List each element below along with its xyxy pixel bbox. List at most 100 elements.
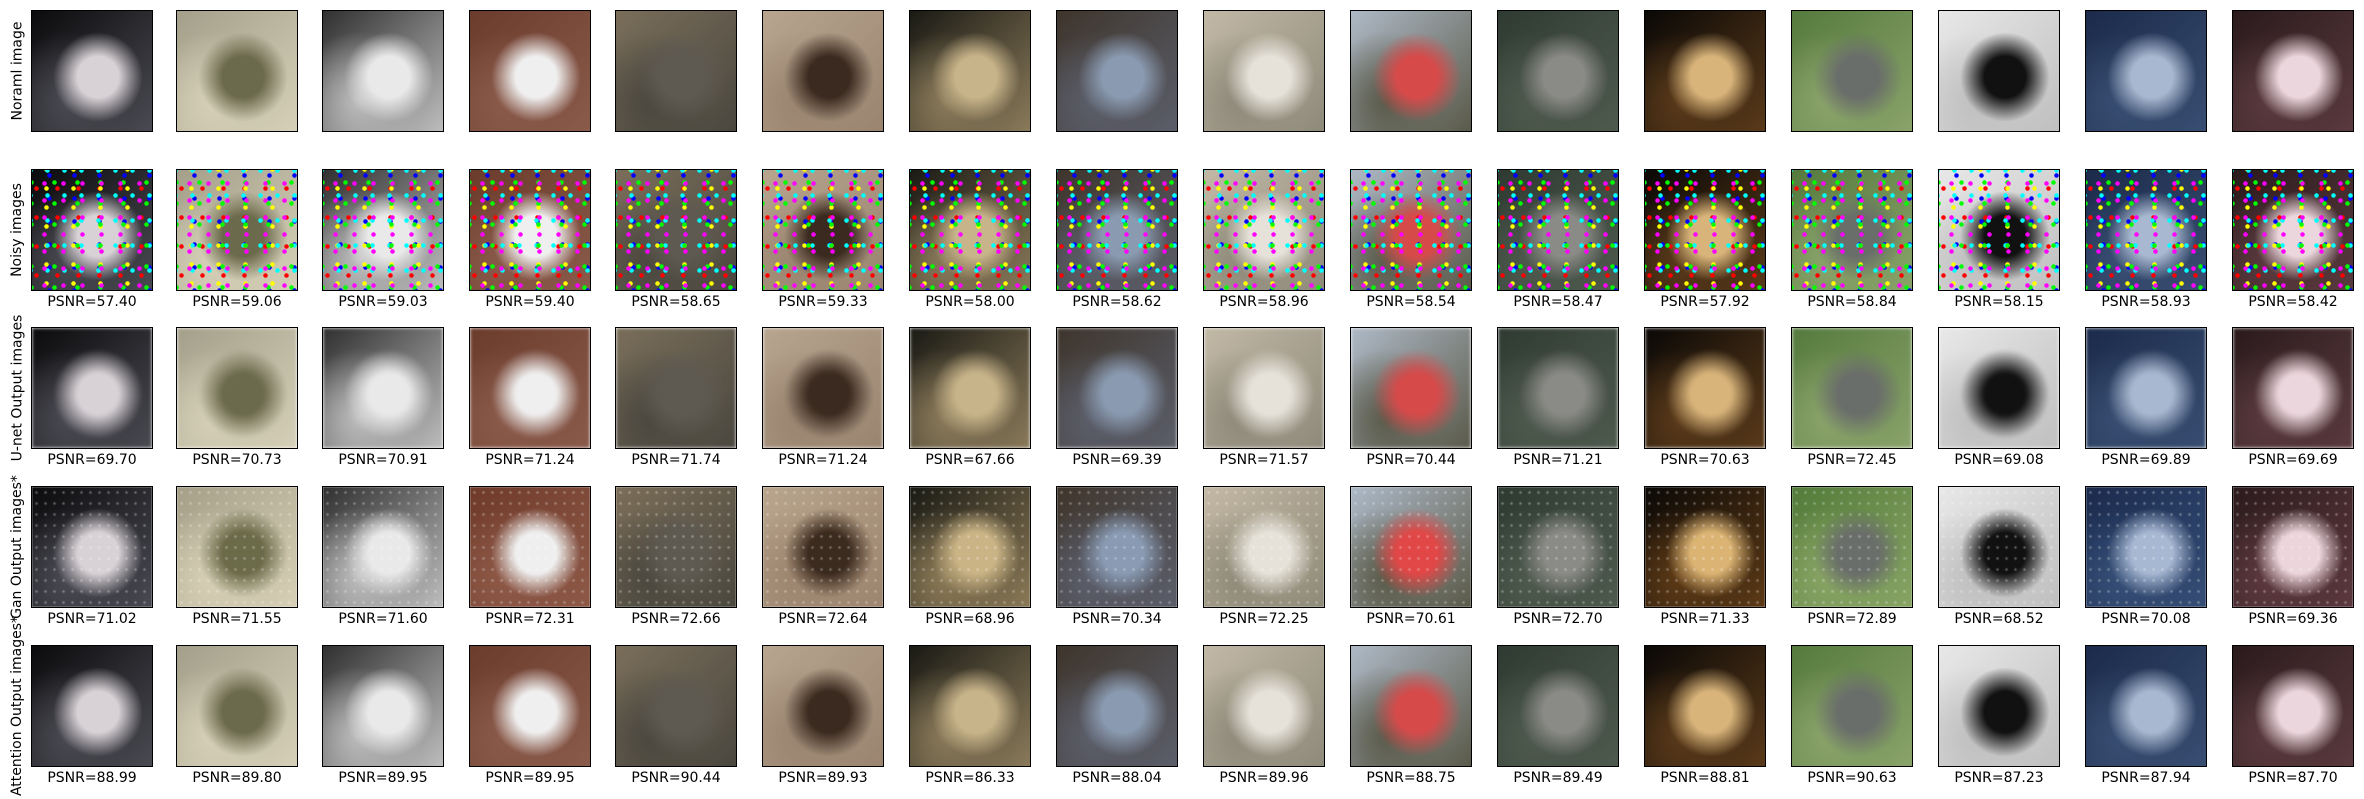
image-tile bbox=[762, 486, 884, 608]
image-tile bbox=[1350, 169, 1472, 291]
image-tile bbox=[1938, 645, 2060, 767]
image-tile bbox=[322, 645, 444, 767]
image-tile bbox=[1203, 645, 1325, 767]
image-tile bbox=[2085, 645, 2207, 767]
image-thumbnail bbox=[32, 328, 152, 448]
image-thumbnail bbox=[1939, 11, 2059, 131]
psnr-label: PSNR=58.96 bbox=[1219, 294, 1309, 310]
psnr-label: PSNR=72.31 bbox=[485, 611, 575, 627]
row-label-text: U-net Output images bbox=[9, 314, 25, 462]
image-thumbnail bbox=[32, 170, 152, 290]
psnr-label: PSNR=69.69 bbox=[2248, 452, 2338, 468]
image-thumbnail bbox=[2233, 646, 2353, 766]
image-tile bbox=[909, 327, 1031, 449]
psnr-label: PSNR=71.24 bbox=[485, 452, 575, 468]
psnr-label: PSNR=58.00 bbox=[925, 294, 1015, 310]
image-thumbnail bbox=[1498, 11, 1618, 131]
image-tile bbox=[762, 10, 884, 132]
image-tile bbox=[322, 486, 444, 608]
image-thumbnail bbox=[32, 487, 152, 607]
psnr-label: PSNR=70.34 bbox=[1072, 611, 1162, 627]
psnr-label: PSNR=71.55 bbox=[192, 611, 282, 627]
image-thumbnail bbox=[1645, 328, 1765, 448]
image-tile bbox=[1497, 645, 1619, 767]
image-thumbnail bbox=[177, 646, 297, 766]
psnr-label: PSNR=72.70 bbox=[1513, 611, 1603, 627]
image-tile bbox=[615, 10, 737, 132]
image-thumbnail bbox=[2233, 170, 2353, 290]
image-thumbnail bbox=[470, 487, 590, 607]
psnr-label: PSNR=71.33 bbox=[1660, 611, 1750, 627]
psnr-label: PSNR=89.95 bbox=[485, 770, 575, 786]
image-thumbnail bbox=[1645, 11, 1765, 131]
psnr-label: PSNR=69.70 bbox=[47, 452, 137, 468]
psnr-label: PSNR=87.70 bbox=[2248, 770, 2338, 786]
image-thumbnail bbox=[1939, 170, 2059, 290]
image-thumbnail bbox=[2233, 487, 2353, 607]
image-thumbnail bbox=[2086, 646, 2206, 766]
image-thumbnail bbox=[1645, 487, 1765, 607]
image-thumbnail bbox=[1939, 646, 2059, 766]
image-tile bbox=[469, 645, 591, 767]
psnr-label: PSNR=72.66 bbox=[631, 611, 721, 627]
psnr-label: PSNR=71.24 bbox=[778, 452, 868, 468]
image-tile bbox=[1938, 327, 2060, 449]
row-label: Attention Output images* bbox=[2, 616, 32, 796]
image-tile bbox=[31, 327, 153, 449]
image-tile bbox=[1497, 10, 1619, 132]
image-thumbnail bbox=[1204, 170, 1324, 290]
image-tile bbox=[176, 169, 298, 291]
image-thumbnail bbox=[1351, 328, 1471, 448]
image-thumbnail bbox=[1792, 487, 1912, 607]
psnr-label: PSNR=70.73 bbox=[192, 452, 282, 468]
psnr-label: PSNR=59.06 bbox=[192, 294, 282, 310]
image-thumbnail bbox=[323, 328, 443, 448]
image-tile bbox=[909, 486, 1031, 608]
image-tile bbox=[176, 645, 298, 767]
image-tile bbox=[1791, 486, 1913, 608]
image-tile bbox=[31, 169, 153, 291]
image-thumbnail bbox=[1057, 11, 1177, 131]
psnr-label: PSNR=87.23 bbox=[1954, 770, 2044, 786]
image-thumbnail bbox=[1498, 328, 1618, 448]
image-thumbnail bbox=[910, 328, 1030, 448]
image-thumbnail bbox=[763, 646, 883, 766]
psnr-label: PSNR=71.57 bbox=[1219, 452, 1309, 468]
image-tile bbox=[469, 10, 591, 132]
psnr-label: PSNR=90.63 bbox=[1807, 770, 1897, 786]
image-tile bbox=[1791, 327, 1913, 449]
image-tile bbox=[2232, 327, 2354, 449]
psnr-label: PSNR=69.08 bbox=[1954, 452, 2044, 468]
image-thumbnail bbox=[1351, 646, 1471, 766]
image-thumbnail bbox=[1939, 328, 2059, 448]
image-thumbnail bbox=[1645, 170, 1765, 290]
psnr-label: PSNR=88.99 bbox=[47, 770, 137, 786]
psnr-label: PSNR=71.21 bbox=[1513, 452, 1603, 468]
image-tile bbox=[615, 327, 737, 449]
image-tile bbox=[2232, 169, 2354, 291]
image-tile bbox=[1056, 486, 1178, 608]
image-thumbnail bbox=[1204, 487, 1324, 607]
row-label: Noisy images bbox=[2, 169, 32, 291]
image-thumbnail bbox=[616, 646, 736, 766]
image-tile bbox=[1791, 645, 1913, 767]
image-thumbnail bbox=[763, 11, 883, 131]
image-thumbnail bbox=[32, 646, 152, 766]
image-thumbnail bbox=[177, 170, 297, 290]
image-tile bbox=[1056, 169, 1178, 291]
image-thumbnail bbox=[1204, 646, 1324, 766]
image-thumbnail bbox=[910, 170, 1030, 290]
image-tile bbox=[615, 169, 737, 291]
image-tile bbox=[2085, 486, 2207, 608]
image-thumbnail bbox=[763, 487, 883, 607]
image-tile bbox=[1056, 645, 1178, 767]
psnr-label: PSNR=70.63 bbox=[1660, 452, 1750, 468]
psnr-label: PSNR=70.08 bbox=[2101, 611, 2191, 627]
psnr-label: PSNR=58.42 bbox=[2248, 294, 2338, 310]
image-tile bbox=[176, 10, 298, 132]
psnr-label: PSNR=57.40 bbox=[47, 294, 137, 310]
image-tile bbox=[909, 645, 1031, 767]
figure-grid: Noraml image Noisy images PSNR=57.40 PSNR=5… bbox=[0, 0, 2364, 799]
image-thumbnail bbox=[2233, 11, 2353, 131]
image-thumbnail bbox=[32, 11, 152, 131]
